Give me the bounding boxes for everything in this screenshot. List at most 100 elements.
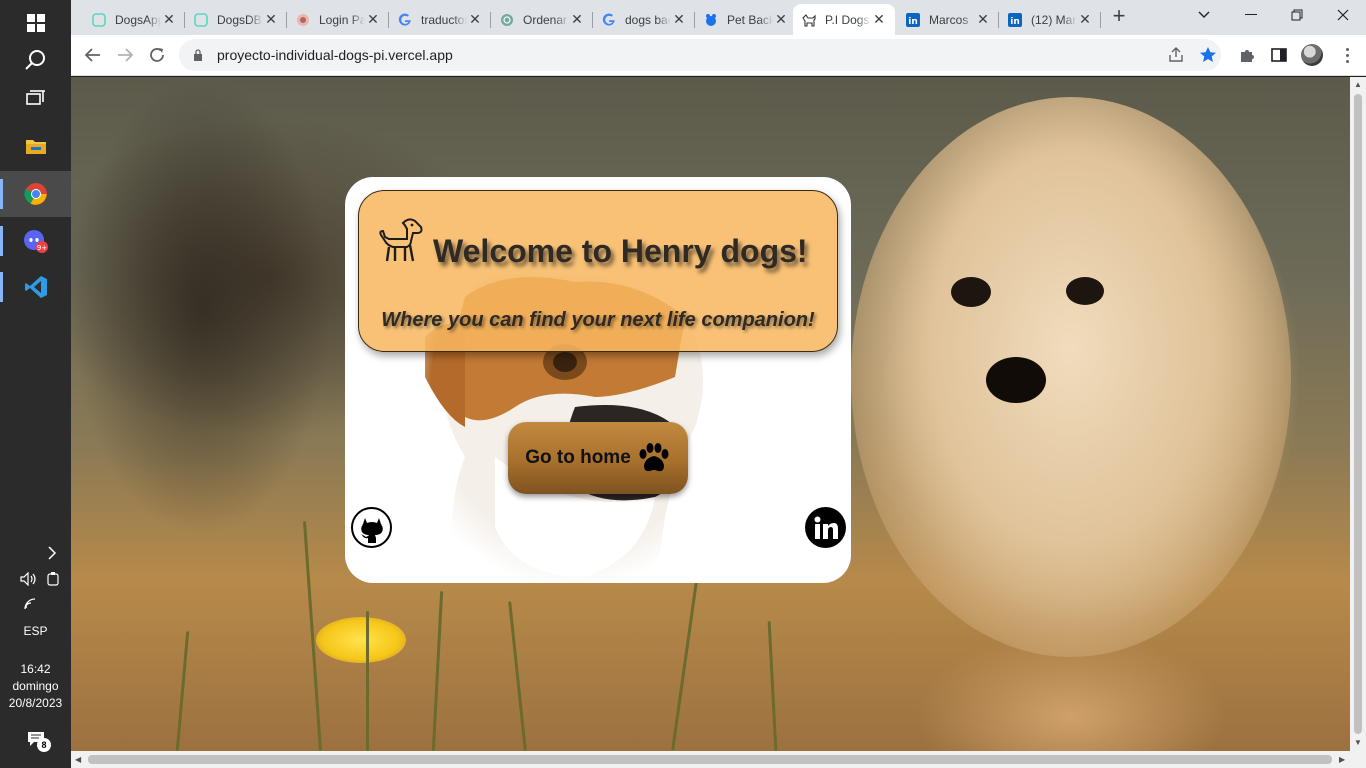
close-tab-icon[interactable]: ✕ xyxy=(671,11,687,28)
tab-linkedin-messages[interactable]: in (12) Marcos ✕ xyxy=(999,4,1101,35)
restore-icon xyxy=(1291,9,1303,21)
browser-toolbar: proyecto-individual-dogs-pi.vercel.app xyxy=(71,35,1366,76)
profile-avatar[interactable] xyxy=(1301,44,1323,66)
url-text[interactable]: proyecto-individual-dogs-pi.vercel.app xyxy=(217,47,453,63)
forward-button[interactable] xyxy=(111,41,139,69)
minimize-icon xyxy=(1245,14,1257,15)
reload-button[interactable] xyxy=(143,41,171,69)
close-window-button[interactable] xyxy=(1320,0,1366,30)
notification-count-badge: 8 xyxy=(37,738,51,752)
github-icon xyxy=(359,517,383,543)
tab-title: Login Page xyxy=(319,12,365,27)
svg-text:in: in xyxy=(1010,17,1020,27)
tab-ordenar[interactable]: Ordenar ✕ xyxy=(491,4,593,35)
scroll-left-arrow[interactable]: ◀ xyxy=(75,755,81,764)
tab-login[interactable]: Login Page ✕ xyxy=(287,4,389,35)
github-link[interactable] xyxy=(351,507,392,548)
svg-text:in: in xyxy=(908,17,918,27)
horizontal-scroll-thumb[interactable] xyxy=(88,755,1332,764)
vertical-scroll-thumb[interactable] xyxy=(1354,94,1362,734)
bookmark-star-icon[interactable] xyxy=(1198,45,1218,65)
go-to-home-button[interactable]: Go to home xyxy=(508,422,688,494)
tab-linkedin-marcos[interactable]: in Marcos ✕ xyxy=(897,4,999,35)
file-explorer-button[interactable] xyxy=(0,123,71,169)
arrow-right-icon xyxy=(118,48,133,62)
task-view-icon xyxy=(25,90,45,105)
extensions-icon[interactable] xyxy=(1237,45,1257,65)
close-tab-icon[interactable]: ✕ xyxy=(365,11,381,28)
horizontal-scrollbar[interactable]: ◀ ▶ xyxy=(71,751,1366,768)
show-hidden-icons-button[interactable] xyxy=(47,546,57,565)
windows-taskbar: 9+ ESP 16:42 domingo 20/8/2023 8 xyxy=(0,0,71,768)
lock-icon[interactable] xyxy=(191,48,205,62)
close-tab-icon[interactable]: ✕ xyxy=(263,11,279,28)
network-button[interactable] xyxy=(23,597,39,616)
reload-icon xyxy=(150,48,164,62)
chatgpt-icon xyxy=(499,12,515,28)
go-to-home-label: Go to home xyxy=(525,447,631,468)
clock-time[interactable]: 16:42 xyxy=(0,661,71,678)
scroll-down-arrow[interactable]: ▼ xyxy=(1354,738,1362,747)
windows-logo-icon xyxy=(26,14,45,32)
volume-button[interactable] xyxy=(20,571,38,591)
camera-icon xyxy=(47,572,59,586)
close-tab-icon[interactable]: ✕ xyxy=(871,11,887,28)
tab-pet-background[interactable]: Pet Background ✕ xyxy=(695,4,797,35)
close-tab-icon[interactable]: ✕ xyxy=(1077,11,1093,28)
clock-date: 20/8/2023 xyxy=(8,696,63,710)
arrow-left-icon xyxy=(85,48,100,62)
close-tab-icon[interactable]: ✕ xyxy=(975,11,991,28)
new-tab-button[interactable]: + xyxy=(1107,5,1131,29)
tab-title: Ordenar xyxy=(523,12,568,27)
vscode-icon xyxy=(24,276,47,298)
linkedin-icon: in xyxy=(905,12,921,28)
close-tab-icon[interactable]: ✕ xyxy=(467,11,483,28)
dogsapp-icon xyxy=(193,12,209,28)
tab-title: DogsDB xyxy=(217,12,262,27)
chrome-taskbar-button[interactable] xyxy=(0,171,71,217)
folder-icon xyxy=(25,140,46,154)
linkedin-link[interactable] xyxy=(805,507,846,548)
chrome-icon xyxy=(23,183,47,205)
tab-search-button[interactable] xyxy=(1181,0,1227,30)
browser-tab-strip: DogsApp ✕ DogsDB ✕ Login Page ✕ traducto… xyxy=(71,0,1366,35)
tab-traductor[interactable]: traductor ✕ xyxy=(389,4,491,35)
restore-button[interactable] xyxy=(1274,0,1320,30)
tab-title: dogs background xyxy=(625,12,671,27)
meet-now-button[interactable] xyxy=(46,571,62,592)
share-icon[interactable] xyxy=(1166,45,1186,65)
scroll-right-arrow[interactable]: ▶ xyxy=(1339,755,1345,764)
vertical-scrollbar[interactable]: ▲ ▼ xyxy=(1350,77,1366,751)
tab-dogsdb[interactable]: DogsDB ✕ xyxy=(185,4,287,35)
side-panel-icon[interactable] xyxy=(1269,45,1289,65)
paw-icon xyxy=(639,443,669,472)
task-view-button[interactable] xyxy=(0,76,71,122)
chrome-menu-button[interactable] xyxy=(1337,45,1357,65)
back-button[interactable] xyxy=(79,41,107,69)
address-bar[interactable]: proyecto-individual-dogs-pi.vercel.app xyxy=(179,39,1221,71)
tab-title: traductor xyxy=(421,12,467,27)
minimize-button[interactable] xyxy=(1228,0,1274,30)
language-indicator[interactable]: ESP xyxy=(0,623,71,640)
linkedin-icon: in xyxy=(1007,12,1023,28)
discord-taskbar-button[interactable]: 9+ xyxy=(0,218,71,264)
scroll-up-arrow[interactable]: ▲ xyxy=(1354,80,1362,89)
close-tab-icon[interactable]: ✕ xyxy=(569,11,585,28)
google-icon xyxy=(601,12,617,28)
close-tab-icon[interactable]: ✕ xyxy=(773,11,789,28)
vscode-taskbar-button[interactable] xyxy=(0,264,71,310)
tab-title: Marcos xyxy=(929,12,969,27)
welcome-subtitle: Where you can find your next life compan… xyxy=(381,309,815,331)
dog-icon xyxy=(379,218,423,262)
pet-icon xyxy=(703,12,719,28)
welcome-header: Welcome to Henry dogs! Where you can fin… xyxy=(358,190,838,352)
tab-pi-dogs[interactable]: P.I Dogs ✕ xyxy=(793,4,895,35)
discord-icon: 9+ xyxy=(23,230,48,253)
tab-dogsapp[interactable]: DogsApp ✕ xyxy=(83,4,185,35)
close-tab-icon[interactable]: ✕ xyxy=(161,11,177,28)
tab-dogs-background[interactable]: dogs background ✕ xyxy=(593,4,695,35)
wifi-icon xyxy=(24,598,36,610)
tab-title: Pet Background xyxy=(727,12,773,27)
page-viewport: Welcome to Henry dogs! Where you can fin… xyxy=(71,77,1350,751)
tab-title: P.I Dogs xyxy=(825,12,870,27)
